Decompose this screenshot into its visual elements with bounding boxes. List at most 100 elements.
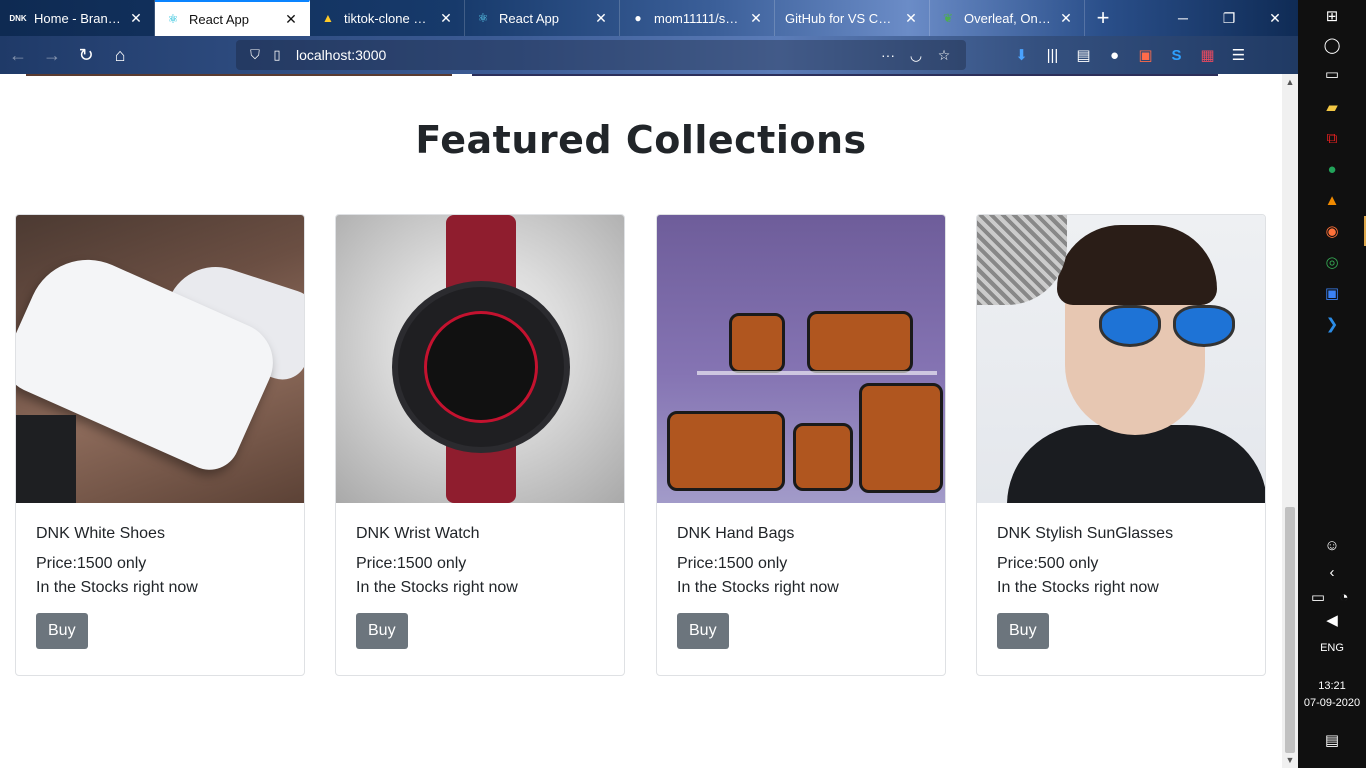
product-price: Price:500 only: [997, 555, 1099, 572]
tab-react-app-active[interactable]: ⚛ React App ✕: [155, 0, 310, 36]
product-card: DNK Hand Bags Price:1500 only In the Sto…: [656, 214, 946, 676]
scroll-up-arrow-icon[interactable]: ▲: [1282, 74, 1298, 90]
vscode-icon[interactable]: ❯: [1320, 312, 1344, 336]
product-price: Price:1500 only: [677, 555, 788, 572]
forward-arrow-icon[interactable]: →: [36, 39, 68, 71]
product-card: DNK Wrist Watch Price:1500 only In the S…: [335, 214, 625, 676]
new-tab-button[interactable]: +: [1085, 0, 1121, 36]
hero-image-edge: [472, 74, 1218, 76]
extension-icon[interactable]: ▣: [1130, 41, 1161, 69]
scroll-down-arrow-icon[interactable]: ▼: [1282, 752, 1298, 768]
volume-icon[interactable]: ◀: [1320, 608, 1344, 632]
menu-icon[interactable]: ☰: [1223, 41, 1254, 69]
scrollbar-thumb[interactable]: [1285, 507, 1295, 753]
hair-shape: [1057, 225, 1217, 305]
home-icon[interactable]: ⌂: [104, 39, 136, 71]
tab-title: Overleaf, Online LaTeX: [964, 10, 1052, 26]
react-favicon-icon: ⚛: [167, 12, 179, 26]
url-text[interactable]: localhost:3000: [296, 47, 874, 63]
overleaf-favicon-icon: ❦: [942, 11, 954, 25]
product-stock: In the Stocks right now: [356, 579, 518, 596]
firefox-icon[interactable]: ◉: [1320, 219, 1344, 243]
hat-shape: [977, 215, 1067, 305]
bag-shape: [859, 383, 943, 493]
hero-image-edge: [26, 74, 452, 76]
product-image-watch: [336, 215, 624, 503]
extension-s-icon[interactable]: S: [1161, 41, 1192, 69]
windows-start-icon[interactable]: ⊞: [1320, 4, 1344, 28]
wifi-icon[interactable]: ◔: [1332, 585, 1356, 609]
tab-github-vscode[interactable]: GitHub for VS Code ✕: [775, 0, 930, 36]
close-icon[interactable]: ✕: [283, 11, 299, 28]
buy-button[interactable]: Buy: [677, 613, 729, 649]
page-actions-icon[interactable]: ···: [874, 47, 902, 63]
tab-title: React App: [189, 11, 249, 27]
shield-icon[interactable]: ⛉: [244, 47, 266, 63]
product-image-bags: [657, 215, 945, 503]
tab-title: Home - Brandstore: [34, 10, 122, 26]
close-icon[interactable]: ✕: [128, 10, 144, 27]
download-icon[interactable]: ⬇: [1006, 41, 1037, 69]
bag-shape: [793, 423, 853, 491]
clock-date[interactable]: 07-09-2020: [1298, 697, 1366, 709]
pocket-icon[interactable]: ◡: [902, 47, 930, 64]
tab-home-brandstore[interactable]: DNK Home - Brandstore ✕: [0, 0, 155, 36]
glass-shelf-shape: [697, 371, 937, 375]
close-icon[interactable]: ✕: [593, 10, 609, 27]
tab-overleaf[interactable]: ❦ Overleaf, Online LaTeX ✕: [930, 0, 1085, 36]
clock-time[interactable]: 13:21: [1298, 680, 1366, 692]
bag-shape: [807, 311, 913, 373]
tab-title: GitHub for VS Code: [785, 10, 897, 26]
close-icon[interactable]: ✕: [1058, 10, 1074, 27]
language-indicator[interactable]: ENG: [1298, 642, 1366, 654]
product-price: Price:1500 only: [356, 555, 467, 572]
shirt-shape: [1007, 425, 1265, 503]
close-icon[interactable]: ✕: [748, 10, 764, 27]
brand-favicon-icon: DNK: [9, 13, 27, 23]
card-body: DNK Stylish SunGlasses Price:500 only In…: [977, 503, 1265, 671]
back-arrow-icon[interactable]: ←: [2, 39, 34, 71]
battery-icon[interactable]: ▭: [1306, 585, 1330, 609]
acrobat-icon[interactable]: ⧉: [1320, 126, 1344, 150]
restore-icon[interactable]: ❐: [1206, 0, 1252, 36]
tab-react-app-2[interactable]: ⚛ React App ✕: [465, 0, 620, 36]
chrome-icon[interactable]: ◎: [1320, 250, 1344, 274]
task-view-icon[interactable]: ▭: [1320, 62, 1344, 86]
product-stock: In the Stocks right now: [997, 579, 1159, 596]
close-icon[interactable]: ✕: [903, 10, 919, 27]
tab-github-shopping[interactable]: ● mom11111/shopping ✕: [620, 0, 775, 36]
tab-title: mom11111/shopping: [654, 10, 742, 26]
people-icon[interactable]: ☺: [1320, 533, 1344, 557]
extension-core-icon[interactable]: ▦: [1192, 41, 1223, 69]
windows-taskbar: ⊞ ◯ ▭ ▰ ⧉ ● ▲ ◉ ◎ ▣ ❯ ☺ ‹ ▭ ◔ ◀ ENG 13:2…: [1298, 0, 1366, 768]
tab-title: tiktok-clone – Firebase: [344, 10, 432, 26]
close-window-icon[interactable]: ✕: [1252, 0, 1298, 36]
tab-title: React App: [499, 10, 559, 26]
minimize-icon[interactable]: ─: [1160, 0, 1206, 36]
tab-tiktok-clone[interactable]: ▲ tiktok-clone – Firebase ✕: [310, 0, 465, 36]
search-circle-icon[interactable]: ◯: [1320, 33, 1344, 57]
reader-view-icon[interactable]: ▤: [1068, 41, 1099, 69]
account-icon[interactable]: ●: [1099, 41, 1130, 69]
page-info-icon[interactable]: ▯: [266, 47, 288, 63]
bag-shape: [667, 411, 785, 491]
snipping-tool-icon[interactable]: ▣: [1320, 281, 1344, 305]
product-price: Price:1500 only: [36, 555, 147, 572]
address-bar[interactable]: ⛉ ▯ localhost:3000 ··· ◡ ☆: [236, 40, 966, 70]
app-green-circle-icon[interactable]: ●: [1320, 157, 1344, 181]
product-card: DNK White Shoes Price:1500 only In the S…: [15, 214, 305, 676]
notifications-icon[interactable]: ▤: [1320, 728, 1344, 752]
chevron-left-icon[interactable]: ‹: [1320, 560, 1344, 584]
vertical-scrollbar[interactable]: ▲ ▼: [1282, 74, 1298, 768]
vlc-icon[interactable]: ▲: [1320, 188, 1344, 212]
close-icon[interactable]: ✕: [438, 10, 454, 27]
buy-button[interactable]: Buy: [997, 613, 1049, 649]
library-icon[interactable]: |||: [1037, 41, 1068, 69]
sunglass-lens-shape: [1173, 305, 1235, 347]
buy-button[interactable]: Buy: [356, 613, 408, 649]
bookmark-star-icon[interactable]: ☆: [930, 47, 958, 64]
github-favicon-icon: ●: [634, 11, 642, 25]
reload-icon[interactable]: ↻: [70, 39, 102, 71]
file-explorer-icon[interactable]: ▰: [1320, 95, 1344, 119]
buy-button[interactable]: Buy: [36, 613, 88, 649]
